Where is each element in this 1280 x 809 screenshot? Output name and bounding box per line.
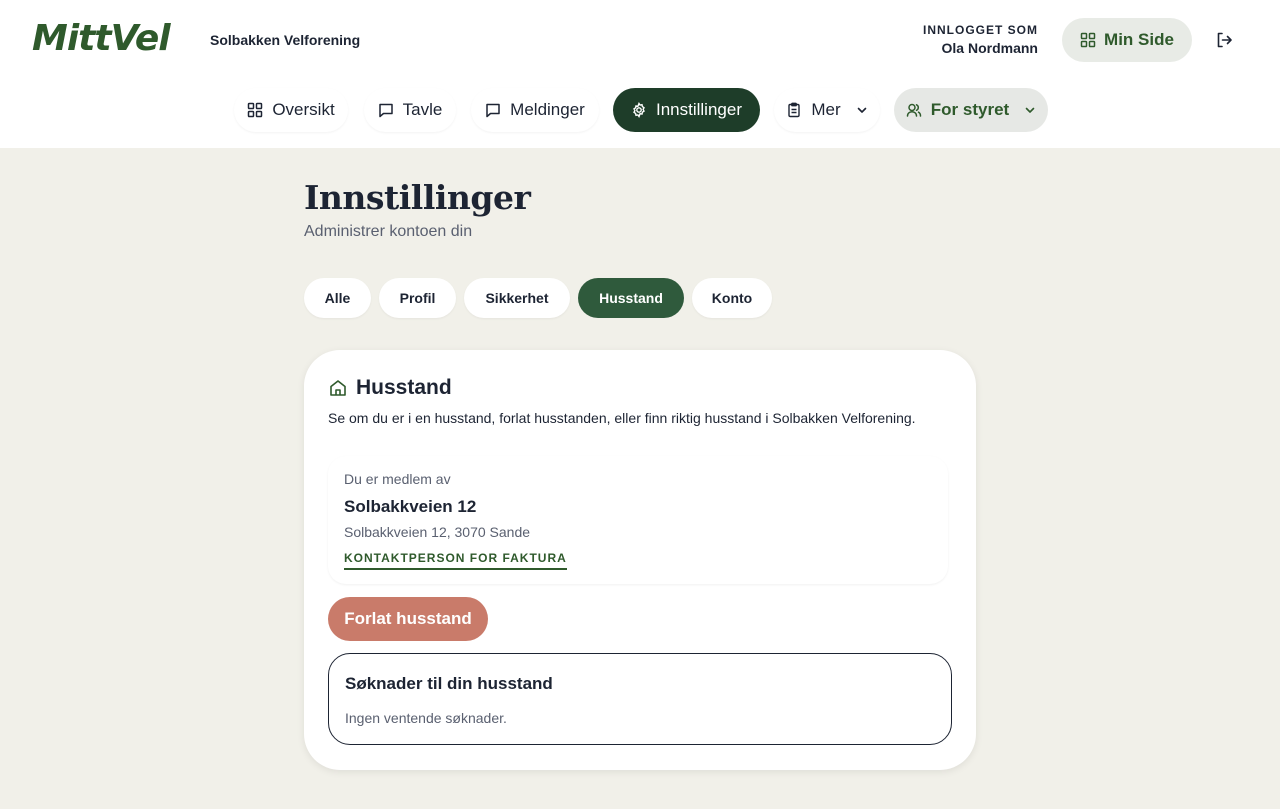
- nav-oversikt-label: Oversikt: [272, 100, 335, 119]
- chevron-down-icon: [1024, 104, 1036, 116]
- users-icon: [906, 102, 922, 118]
- logged-in-caption: INNLOGGET SOM: [923, 23, 1038, 37]
- nav-meldinger[interactable]: Meldinger: [471, 88, 599, 132]
- home-icon: [328, 378, 348, 398]
- nav-mer-label: Mer: [811, 100, 841, 119]
- membership-info: Du er medlem av Solbakkveien 12 Solbakkv…: [328, 456, 948, 584]
- clipboard-icon: [786, 102, 802, 118]
- logout-icon[interactable]: [1212, 28, 1236, 52]
- nav-innstillinger-label: Innstillinger: [656, 100, 742, 119]
- organization-name: Solbakken Velforening: [210, 32, 361, 48]
- membership-caption: Du er medlem av: [344, 471, 451, 487]
- grid-icon: [1080, 32, 1096, 48]
- nav-oversikt[interactable]: Oversikt: [234, 88, 348, 132]
- household-card: Husstand Se om du er i en husstand, forl…: [304, 350, 976, 770]
- leave-household-button[interactable]: Forlat husstand: [328, 597, 488, 641]
- min-side-button[interactable]: Min Side: [1062, 18, 1192, 62]
- nav-meldinger-label: Meldinger: [510, 100, 585, 119]
- nav-for-styret-label: For styret: [930, 100, 1010, 119]
- household-title: Husstand: [356, 376, 452, 399]
- household-description: Se om du er i en husstand, forlat hussta…: [328, 410, 916, 426]
- logged-in-user: INNLOGGET SOM Ola Nordmann: [923, 22, 1038, 58]
- top-header: MittVel Solbakken Velforening INNLOGGET …: [0, 0, 1280, 148]
- chevron-down-icon: [856, 104, 868, 116]
- tab-profil[interactable]: Profil: [379, 278, 456, 318]
- message-square-icon: [485, 102, 501, 118]
- household-requests-panel: Søknader til din husstand Ingen ventende…: [328, 653, 952, 745]
- household-card-header: Husstand: [328, 376, 452, 400]
- nav-for-styret[interactable]: For styret: [894, 88, 1048, 132]
- invoice-contact-badge: KONTAKTPERSON FOR FAKTURA: [344, 550, 567, 570]
- gear-icon: [631, 102, 647, 118]
- tab-sikkerhet[interactable]: Sikkerhet: [464, 278, 570, 318]
- grid-icon: [247, 102, 263, 118]
- requests-title: Søknader til din husstand: [345, 674, 553, 693]
- tab-husstand[interactable]: Husstand: [578, 278, 684, 318]
- nav-tavle[interactable]: Tavle: [364, 88, 456, 132]
- household-address: Solbakkveien 12: [344, 497, 477, 516]
- message-square-icon: [378, 102, 394, 118]
- tab-alle[interactable]: Alle: [304, 278, 371, 318]
- user-name: Ola Nordmann: [941, 40, 1038, 56]
- household-full-address: Solbakkveien 12, 3070 Sande: [344, 524, 531, 540]
- nav-innstillinger[interactable]: Innstillinger: [613, 88, 760, 132]
- requests-empty-state: Ingen ventende søknader.: [345, 710, 507, 726]
- min-side-label: Min Side: [1104, 30, 1174, 49]
- nav-mer[interactable]: Mer: [774, 88, 880, 132]
- page-subtitle: Administrer kontoen din: [304, 223, 473, 240]
- nav-tavle-label: Tavle: [402, 100, 443, 119]
- main-navigation: Oversikt Tavle Meldinger Innstillinger M…: [0, 88, 1280, 132]
- mittvel-logo[interactable]: MittVel: [32, 18, 171, 60]
- page-title: Innstillinger: [304, 178, 531, 217]
- tab-konto[interactable]: Konto: [692, 278, 772, 318]
